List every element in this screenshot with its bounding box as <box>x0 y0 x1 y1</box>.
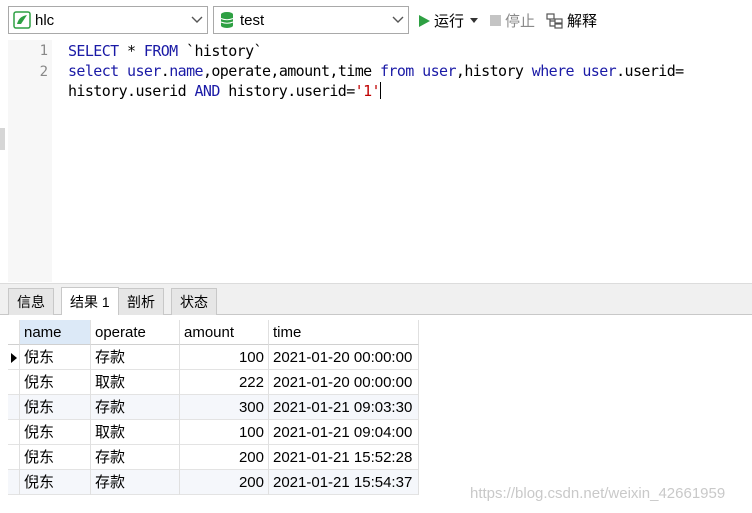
stop-icon <box>490 15 501 26</box>
cell-operate[interactable]: 存款 <box>91 395 180 420</box>
cell-amount[interactable]: 100 <box>180 420 269 445</box>
cell-amount[interactable]: 100 <box>180 345 269 370</box>
cell-operate[interactable]: 取款 <box>91 420 180 445</box>
tab-profile[interactable]: 剖析 <box>118 288 164 315</box>
cell-name[interactable]: 倪东 <box>20 445 91 470</box>
cell-name[interactable]: 倪东 <box>20 470 91 495</box>
splitter-handle[interactable] <box>0 128 5 150</box>
cell-operate[interactable]: 存款 <box>91 470 180 495</box>
cell-time[interactable]: 2021-01-21 15:52:28 <box>269 445 419 470</box>
code-line-2[interactable]: select user.name,operate,amount,time fro… <box>68 62 684 80</box>
cell-time[interactable]: 2021-01-21 09:03:30 <box>269 395 419 420</box>
explain-label: 解释 <box>567 13 598 30</box>
row-indicator <box>8 420 20 445</box>
row-indicator-header <box>8 320 20 345</box>
code-line-1[interactable]: SELECT * FROM `history` <box>68 42 263 60</box>
sql-editor[interactable]: 1 2 SELECT * FROM `history` select user.… <box>8 40 752 282</box>
column-header-operate[interactable]: operate <box>91 320 180 345</box>
cell-amount[interactable]: 200 <box>180 470 269 495</box>
grid-header-row: name operate amount time <box>8 320 419 345</box>
line-number: 2 <box>39 64 48 80</box>
run-label: 运行 <box>434 13 465 30</box>
code-line-2-wrap[interactable]: history.userid AND history.userid='1' <box>68 82 381 100</box>
cell-amount[interactable]: 222 <box>180 370 269 395</box>
database-name: test <box>240 11 265 29</box>
cell-time[interactable]: 2021-01-20 00:00:00 <box>269 370 419 395</box>
table-row[interactable]: 倪东 存款 200 2021-01-21 15:52:28 <box>8 445 419 470</box>
column-header-amount[interactable]: amount <box>180 320 269 345</box>
tab-status[interactable]: 状态 <box>171 288 217 315</box>
cell-operate[interactable]: 取款 <box>91 370 180 395</box>
connection-name: hlc <box>35 11 55 29</box>
line-number-gutter: 1 2 <box>8 40 52 282</box>
cell-name[interactable]: 倪东 <box>20 345 91 370</box>
table-row[interactable]: 倪东 取款 100 2021-01-21 09:04:00 <box>8 420 419 445</box>
row-indicator <box>8 370 20 395</box>
cell-name[interactable]: 倪东 <box>20 420 91 445</box>
explain-icon <box>546 12 563 29</box>
table-row[interactable]: 倪东 存款 200 2021-01-21 15:54:37 <box>8 470 419 495</box>
caret-down-icon[interactable] <box>470 17 479 24</box>
cell-time[interactable]: 2021-01-21 15:54:37 <box>269 470 419 495</box>
table-row[interactable]: 倪东 存款 300 2021-01-21 09:03:30 <box>8 395 419 420</box>
result-tabbar: 信息 结果 1 剖析 状态 <box>0 283 752 315</box>
table-row[interactable]: 倪东 取款 222 2021-01-20 00:00:00 <box>8 370 419 395</box>
row-indicator <box>8 345 20 370</box>
table-row[interactable]: 倪东 存款 100 2021-01-20 00:00:00 <box>8 345 419 370</box>
cell-time[interactable]: 2021-01-20 00:00:00 <box>269 345 419 370</box>
line-number: 1 <box>39 43 48 59</box>
cell-operate[interactable]: 存款 <box>91 345 180 370</box>
cell-operate[interactable]: 存款 <box>91 445 180 470</box>
row-indicator <box>8 395 20 420</box>
text-caret <box>379 82 381 99</box>
tab-result-1[interactable]: 结果 1 <box>61 287 119 315</box>
run-button[interactable]: 运行 <box>417 10 479 31</box>
explain-button[interactable]: 解释 <box>546 10 597 31</box>
watermark-text: https://blog.csdn.net/weixin_42661959 <box>470 485 726 502</box>
column-header-name[interactable]: name <box>20 320 91 345</box>
stop-button[interactable]: 停止 <box>489 10 535 31</box>
cell-time[interactable]: 2021-01-21 09:04:00 <box>269 420 419 445</box>
play-icon <box>419 14 430 27</box>
database-icon <box>220 12 234 28</box>
cell-name[interactable]: 倪东 <box>20 370 91 395</box>
database-select[interactable]: test <box>213 6 409 34</box>
row-indicator <box>8 445 20 470</box>
current-row-pointer-icon <box>11 353 17 363</box>
chevron-down-icon[interactable] <box>388 16 408 24</box>
toolbar: hlc test 运行 停止 解释 <box>0 0 752 40</box>
cell-amount[interactable]: 200 <box>180 445 269 470</box>
mysql-connection-icon <box>13 11 31 29</box>
row-indicator <box>8 470 20 495</box>
tab-info[interactable]: 信息 <box>8 288 54 315</box>
cell-name[interactable]: 倪东 <box>20 395 91 420</box>
cell-amount[interactable]: 300 <box>180 395 269 420</box>
column-header-time[interactable]: time <box>269 320 419 345</box>
stop-label: 停止 <box>505 13 536 30</box>
chevron-down-icon[interactable] <box>187 16 207 24</box>
connection-select[interactable]: hlc <box>8 6 208 34</box>
